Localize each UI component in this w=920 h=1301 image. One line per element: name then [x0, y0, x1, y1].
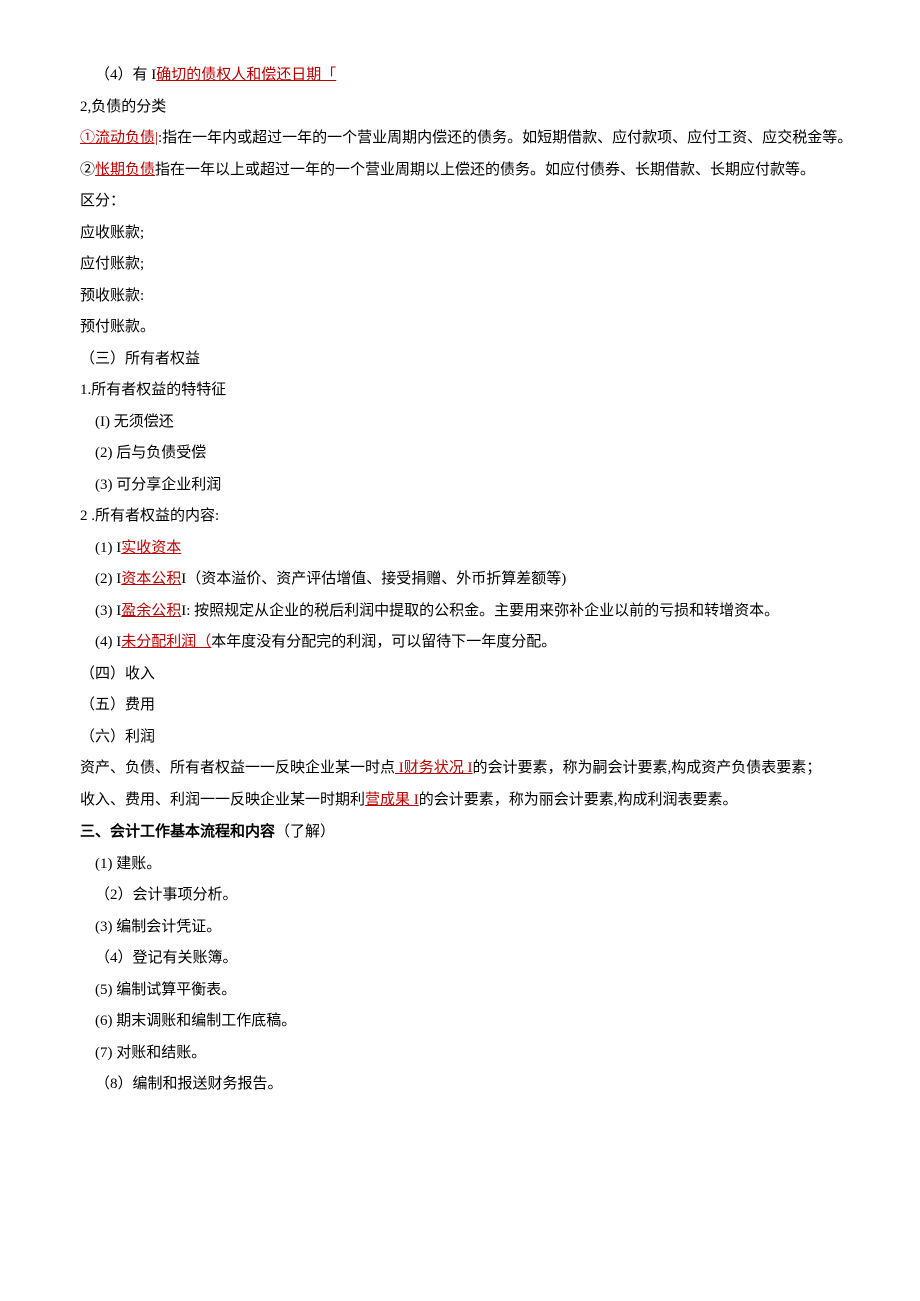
step-2: （2）会计事项分析。	[50, 880, 870, 912]
line-receivable: 应收账款;	[50, 218, 870, 250]
section-profit: （六）利润	[50, 722, 870, 754]
text: 的会计要素，称为嗣会计要素,构成资产负债表要素；	[473, 760, 822, 776]
highlight-long-term-liabilities: 怅期负债	[95, 162, 155, 178]
highlight-capital-reserve: 资本公积	[121, 571, 181, 587]
line-long-term-liabilities: ②怅期负债指在一年以上或超过一年的一个营业周期以上偿还的债务。如应付债券、长期借…	[50, 155, 870, 187]
text: (2) I	[95, 571, 121, 587]
highlight-paid-in-capital: 实收资本	[121, 540, 181, 556]
line-capital-reserve: (2) I资本公积I（资本溢价、资产评估增值、接受捐赠、外币折算差额等)	[50, 564, 870, 596]
line-current-liabilities: ①流动负债|:指在一年内或超过一年的一个营业周期内偿还的债务。如短期借款、应付款…	[50, 123, 870, 155]
line-paid-in-capital: (1) I实收资本	[50, 533, 870, 565]
text: I: 按照规定从企业的税后利润中提取的公积金。主要用来弥补企业以前的亏损和转增资…	[181, 603, 779, 619]
line-advance-paid: 预付账款。	[50, 312, 870, 344]
step-3: (3) 编制会计凭证。	[50, 912, 870, 944]
line-distinguish: 区分：	[50, 186, 870, 218]
text: (4) I	[95, 634, 121, 650]
line-balance-elements: 资产、负债、所有者权益一一反映企业某一时点 I财务状况 I的会计要素，称为嗣会计…	[50, 753, 870, 785]
line-feature-1: (I) 无须偿还	[50, 407, 870, 439]
line-liability-classification: 2,负债的分类	[50, 92, 870, 124]
text: 本年度没有分配完的利润，可以留待下一年度分配。	[211, 634, 556, 650]
step-8: （8）编制和报送财务报告。	[50, 1069, 870, 1101]
line-4-characteristic: （4）有 I确切的债权人和偿还日期「	[50, 60, 870, 92]
highlight-creditor-date: 确切的债权人和偿还日期「	[156, 67, 336, 83]
heading-text: 三、会计工作基本流程和内容	[80, 823, 275, 840]
line-feature-2: (2) 后与负债受偿	[50, 438, 870, 470]
section-expense: （五）费用	[50, 690, 870, 722]
line-surplus-reserve: (3) I盈余公积I: 按照规定从企业的税后利润中提取的公积金。主要用来弥补企业…	[50, 596, 870, 628]
text: 收入、费用、利润一一反映企业某一时期利	[80, 792, 365, 808]
step-7: (7) 对账和结账。	[50, 1038, 870, 1070]
line-payable: 应付账款;	[50, 249, 870, 281]
text: （4）有 I	[95, 67, 156, 83]
step-1: (1) 建账。	[50, 849, 870, 881]
text: 的会计要素，称为丽会计要素,构成利润表要素。	[419, 792, 738, 808]
highlight-financial-position: I财务状况 I	[395, 760, 473, 776]
line-income-elements: 收入、费用、利润一一反映企业某一时期利营成果 I的会计要素，称为丽会计要素,构成…	[50, 785, 870, 817]
step-5: (5) 编制试算平衡表。	[50, 975, 870, 1007]
text: :指在一年内或超过一年的一个营业周期内偿还的债务。如短期借款、应付款项、应付工资…	[158, 130, 852, 146]
text: 指在一年以上或超过一年的一个营业周期以上偿还的债务。如应付债券、长期借款、长期应…	[155, 162, 815, 178]
highlight-surplus-reserve: 盈余公积	[121, 603, 181, 619]
line-equity-content: 2 .所有者权益的内容:	[50, 501, 870, 533]
line-feature-3: (3) 可分享企业利润	[50, 470, 870, 502]
step-4: （4）登记有关账簿。	[50, 943, 870, 975]
heading-note: （了解）	[275, 824, 335, 840]
line-undistributed-profit: (4) I未分配利润（本年度没有分配完的利润，可以留待下一年度分配。	[50, 627, 870, 659]
highlight-undistributed-profit: 未分配利润（	[121, 634, 211, 650]
line-equity-features: 1.所有者权益的特特征	[50, 375, 870, 407]
text: ②	[80, 162, 95, 178]
line-advance-received: 预收账款:	[50, 281, 870, 313]
text: (1) I	[95, 540, 121, 556]
text: I（资本溢价、资产评估增值、接受捐赠、外币折算差额等)	[181, 571, 566, 587]
heading-accounting-process: 三、会计工作基本流程和内容（了解）	[50, 816, 870, 849]
section-revenue: （四）收入	[50, 659, 870, 691]
text: 资产、负债、所有者权益一一反映企业某一时点	[80, 760, 395, 776]
section-owner-equity: （三）所有者权益	[50, 344, 870, 376]
text: (3) I	[95, 603, 121, 619]
highlight-current-liabilities: ①流动负债|	[80, 130, 158, 146]
step-6: (6) 期末调账和编制工作底稿。	[50, 1006, 870, 1038]
highlight-operating-results: 营成果 I	[365, 792, 419, 808]
